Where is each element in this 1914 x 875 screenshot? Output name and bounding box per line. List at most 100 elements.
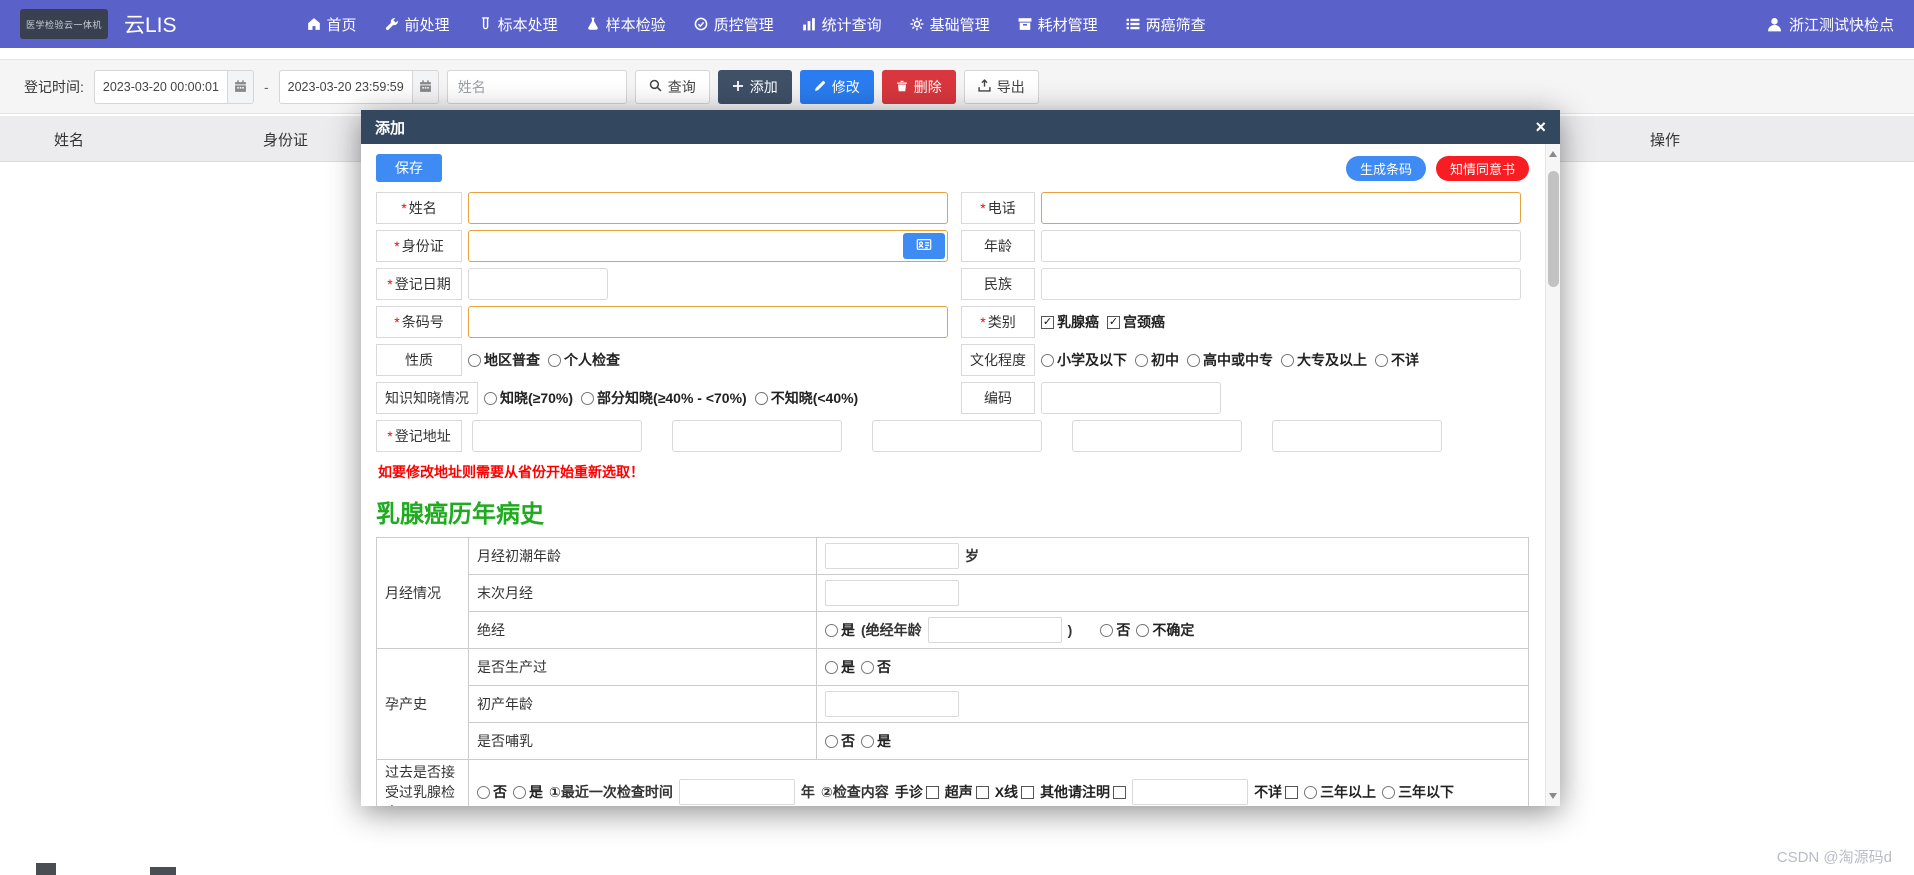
nav-item-screening[interactable]: 两癌筛查	[1126, 14, 1206, 35]
modal-scrollbar[interactable]	[1545, 144, 1560, 806]
menopause-age-prefix: (绝经年龄	[861, 622, 922, 638]
last-exam-time-input[interactable]	[678, 779, 795, 805]
exam-other-input[interactable]	[1132, 779, 1249, 805]
scroll-down-arrow[interactable]	[1546, 788, 1560, 804]
nav-item-sample-test[interactable]: 样本检验	[586, 14, 666, 35]
nav-item-supplies[interactable]: 耗材管理	[1018, 14, 1098, 35]
query-button[interactable]: 查询	[634, 69, 710, 104]
pregnancy-group-label: 孕产史	[376, 648, 469, 760]
nav-item-label: 统计查询	[821, 16, 882, 34]
under-three-years-radio[interactable]: 三年以下	[1382, 782, 1454, 802]
form-row: 性质 地区普查 个人检查 文化程度 小学及以下 初中 高中或中专 大专及以上 不…	[376, 344, 1529, 376]
wrench-icon	[385, 17, 399, 31]
birth-yes-radio[interactable]: 是	[825, 657, 855, 677]
dialog-header[interactable]: 添加 ×	[361, 110, 1560, 144]
column-header-name: 姓名	[54, 131, 85, 149]
exam-ultrasound-checkbox[interactable]: 超声	[945, 782, 989, 802]
table-row: 绝经 是 (绝经年龄 ) 否 不确定	[377, 611, 1529, 649]
home-icon	[307, 17, 321, 31]
delete-button[interactable]: 删除	[881, 69, 956, 104]
exam-xray-checkbox[interactable]: X线	[995, 782, 1035, 802]
scroll-up-arrow[interactable]	[1546, 146, 1560, 162]
breastfeed-yes-radio[interactable]: 是	[861, 731, 891, 751]
add-button[interactable]: 添加	[717, 69, 792, 104]
ethnic-field[interactable]	[1041, 268, 1521, 300]
address-street-field[interactable]	[1072, 420, 1242, 452]
education-option-radio[interactable]: 小学及以下	[1041, 350, 1127, 370]
date-to-picker[interactable]: 2023-03-20 23:59:59	[278, 69, 439, 104]
calendar-icon[interactable]	[411, 70, 438, 103]
barcode-field[interactable]	[468, 306, 948, 338]
delete-button-label: 删除	[913, 78, 942, 95]
generate-barcode-button[interactable]: 生成条码	[1345, 155, 1426, 181]
edit-button-label: 修改	[831, 78, 860, 95]
main-menu: 首页 前处理 标本处理 样本检验 质控管理 统计查询 基础管理 耗材管理 两癌筛…	[307, 14, 1206, 35]
nav-item-specimen[interactable]: 标本处理	[478, 14, 558, 35]
education-label: 文化程度	[961, 344, 1035, 376]
add-dialog: 添加 × 保存 生成条码 知情同意书 * 姓名 * 电话 * 身份证 年龄 * …	[361, 110, 1560, 806]
menopause-no-radio[interactable]: 否	[1100, 620, 1130, 640]
address-detail-field[interactable]	[1272, 420, 1442, 452]
nav-item-label: 前处理	[404, 16, 450, 34]
category-cervical-checkbox[interactable]: 宫颈癌	[1107, 312, 1165, 332]
nav-item-qc[interactable]: 质控管理	[694, 14, 774, 35]
exam-other-checkbox[interactable]: 其他请注明	[1040, 782, 1127, 802]
education-option-radio[interactable]: 不详	[1375, 350, 1419, 370]
export-button[interactable]: 导出	[963, 69, 1039, 104]
code-field[interactable]	[1041, 382, 1221, 414]
breastfeed-no-radio[interactable]: 否	[825, 731, 855, 751]
consent-form-button[interactable]: 知情同意书	[1435, 155, 1529, 181]
address-warning: 如要修改地址则需要从省份开始重新选取！	[378, 464, 644, 480]
idcard-field[interactable]	[468, 230, 948, 262]
education-option-radio[interactable]: 高中或中专	[1187, 350, 1273, 370]
nav-item-home[interactable]: 首页	[307, 14, 357, 35]
awareness-option-radio[interactable]: 知晓(≥70%)	[484, 388, 573, 408]
edit-button[interactable]: 修改	[799, 69, 874, 104]
nav-item-settings[interactable]: 基础管理	[910, 14, 990, 35]
address-province-field[interactable]	[472, 420, 642, 452]
exam-palpation-checkbox[interactable]: 手诊	[895, 782, 939, 802]
age-field[interactable]	[1041, 230, 1521, 262]
awareness-option-radio[interactable]: 部分知晓(≥40% - <70%)	[581, 388, 747, 408]
nav-item-preprocess[interactable]: 前处理	[385, 14, 450, 35]
category-breast-checkbox[interactable]: 乳腺癌	[1041, 312, 1099, 332]
past-exam-yes-radio[interactable]: 是	[513, 782, 543, 802]
over-three-years-radio[interactable]: 三年以上	[1304, 782, 1376, 802]
user-account[interactable]: 浙江测试快检点	[1767, 14, 1894, 35]
menopause-age-input[interactable]	[927, 617, 1062, 643]
education-option-radio[interactable]: 初中	[1135, 350, 1179, 370]
nature-area-radio[interactable]: 地区普查	[468, 350, 540, 370]
menarche-age-input[interactable]	[825, 543, 959, 569]
last-period-input[interactable]	[825, 580, 959, 606]
nav-item-stats[interactable]: 统计查询	[802, 14, 882, 35]
address-district-field[interactable]	[872, 420, 1042, 452]
close-icon[interactable]: ×	[1535, 118, 1546, 136]
education-option-radio[interactable]: 大专及以上	[1281, 350, 1367, 370]
save-button[interactable]: 保存	[376, 154, 442, 182]
nature-personal-radio[interactable]: 个人检查	[548, 350, 620, 370]
last-period-label: 末次月经	[468, 574, 817, 612]
id-card-icon	[916, 238, 932, 254]
date-from-picker[interactable]: 2023-03-20 00:00:01	[93, 69, 254, 104]
exam-unknown-checkbox[interactable]: 不详	[1254, 782, 1299, 802]
user-icon	[1767, 17, 1782, 32]
regdate-field[interactable]	[468, 268, 608, 300]
scrollbar-thumb[interactable]	[1548, 171, 1559, 287]
date-to-value: 2023-03-20 23:59:59	[287, 79, 404, 94]
address-city-field[interactable]	[672, 420, 842, 452]
idcard-reader-button[interactable]	[903, 233, 945, 259]
phone-field[interactable]	[1041, 192, 1521, 224]
name-search-input[interactable]	[446, 69, 627, 104]
name-field[interactable]	[468, 192, 948, 224]
past-exam-no-radio[interactable]: 否	[477, 782, 507, 802]
first-birth-age-input[interactable]	[825, 691, 959, 717]
column-header-idcard: 身份证	[263, 131, 309, 149]
first-birth-age-label: 初产年龄	[468, 685, 817, 723]
add-button-label: 添加	[749, 78, 778, 95]
menopause-yes-radio[interactable]: 是	[825, 620, 855, 640]
idcard-label: * 身份证	[376, 230, 462, 262]
menopause-uncertain-radio[interactable]: 不确定	[1136, 620, 1194, 640]
birth-no-radio[interactable]: 否	[861, 657, 891, 677]
awareness-option-radio[interactable]: 不知晓(<40%)	[754, 388, 858, 408]
calendar-icon[interactable]	[226, 70, 253, 103]
